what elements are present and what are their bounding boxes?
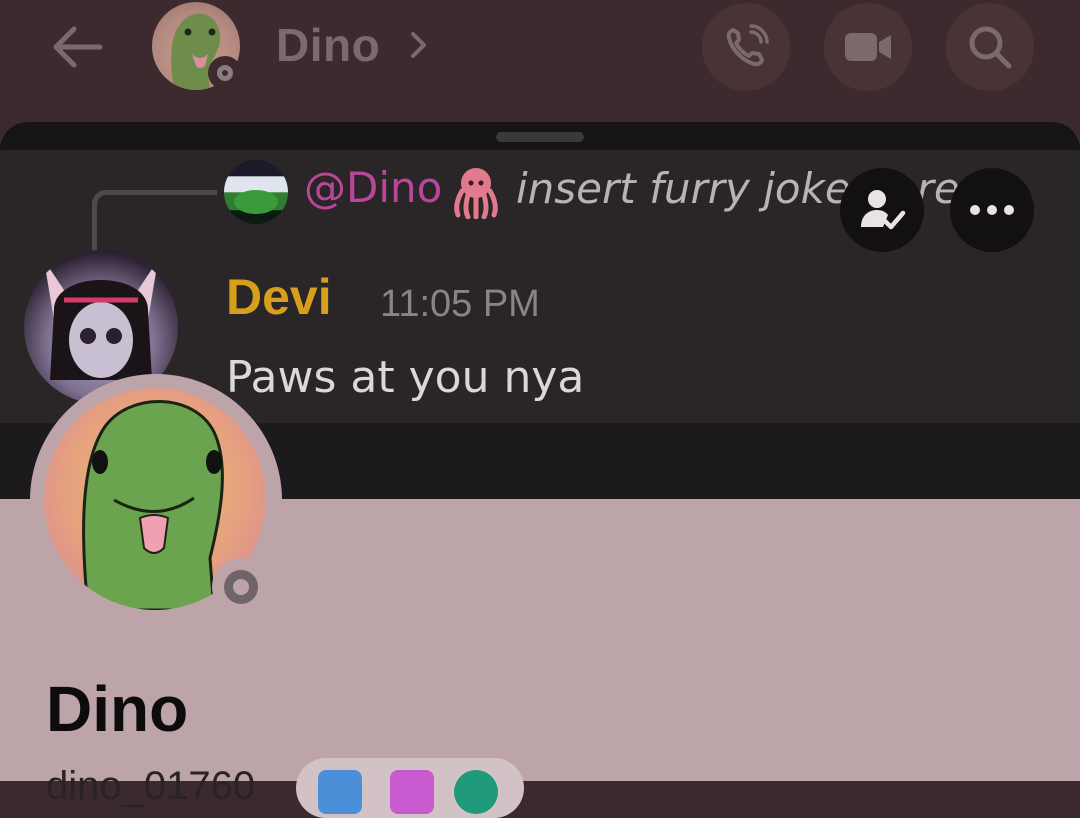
reply-avatar[interactable] bbox=[224, 160, 288, 224]
header-title[interactable]: Dino bbox=[276, 18, 380, 72]
profile-username[interactable]: dino_01760 bbox=[46, 764, 255, 809]
header-status-indicator bbox=[208, 56, 242, 90]
back-arrow-icon[interactable] bbox=[48, 22, 108, 72]
message-timestamp: 11:05 PM bbox=[380, 283, 540, 325]
voice-call-button[interactable] bbox=[702, 3, 790, 91]
badge-icon bbox=[318, 770, 362, 814]
friend-status-button[interactable] bbox=[840, 168, 924, 252]
octopus-emoji bbox=[454, 168, 498, 219]
phone-call-icon bbox=[726, 24, 769, 67]
video-call-icon bbox=[845, 33, 891, 61]
reply-connector bbox=[92, 190, 217, 251]
search-button[interactable] bbox=[946, 3, 1034, 91]
friend-added-icon bbox=[861, 190, 906, 230]
video-call-button[interactable] bbox=[824, 3, 912, 91]
chevron-right-icon[interactable] bbox=[408, 30, 430, 60]
sheet-grabber[interactable] bbox=[496, 132, 584, 142]
badge-icon bbox=[454, 770, 498, 814]
message-text[interactable]: Paws at you nya bbox=[226, 352, 584, 403]
more-options-icon bbox=[970, 205, 1014, 215]
more-options-button[interactable] bbox=[950, 168, 1034, 252]
badge-icon bbox=[390, 770, 434, 814]
reply-mention[interactable]: @Dino bbox=[304, 163, 442, 212]
search-icon bbox=[969, 26, 1012, 69]
profile-status-indicator bbox=[212, 558, 270, 616]
message-author-name[interactable]: Devi bbox=[226, 268, 332, 326]
profile-display-name: Dino bbox=[46, 673, 189, 745]
